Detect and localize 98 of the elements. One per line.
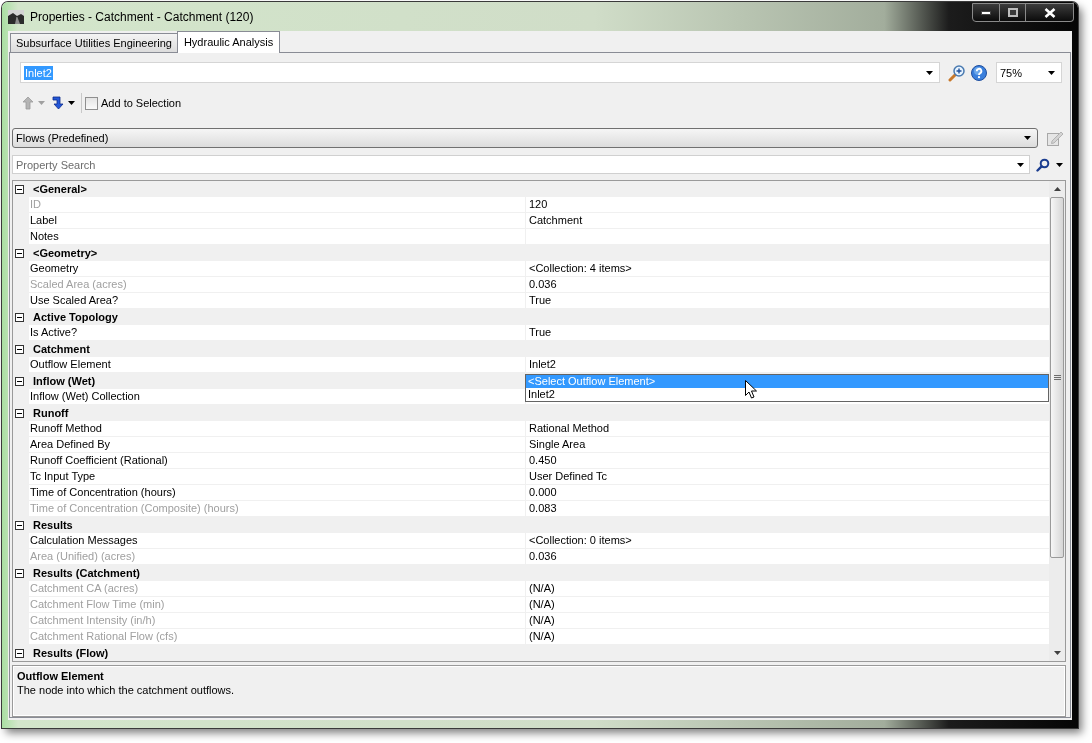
scroll-up-icon[interactable]	[1053, 187, 1061, 191]
category-label: <General>	[32, 183, 87, 195]
category-label: <Geometry>	[32, 247, 98, 259]
property-name: Label	[29, 213, 525, 229]
property-name: Outflow Element	[29, 357, 525, 373]
collapse-icon[interactable]	[15, 648, 24, 658]
category-label: Results (Flow)	[32, 647, 109, 659]
property-value[interactable]: 0.083	[525, 501, 1049, 517]
property-value[interactable]: 0.036	[525, 277, 1049, 293]
property-value[interactable]: 0.450	[525, 453, 1049, 469]
property-name: Area Defined By	[29, 437, 525, 453]
property-name: Tc Input Type	[29, 469, 525, 485]
property-name: Calculation Messages	[29, 533, 525, 549]
tab[interactable]: Subsurface Utilities Engineering	[10, 33, 178, 52]
scroll-thumb[interactable]	[1050, 197, 1064, 558]
property-value[interactable]: (N/A)	[525, 581, 1049, 597]
edit-icon	[1046, 129, 1064, 147]
property-name: Catchment CA (acres)	[29, 581, 525, 597]
property-value[interactable]: 0.000	[525, 485, 1049, 501]
category-label: Inflow (Wet)	[32, 375, 96, 387]
property-name: Runoff Method	[29, 421, 525, 437]
tab[interactable]: Hydraulic Analysis	[176, 31, 281, 53]
mouse-pointer-icon	[745, 380, 757, 399]
property-value[interactable]: 0.036	[525, 549, 1049, 565]
category-label: Runoff	[32, 407, 69, 419]
category-label: Catchment	[32, 343, 90, 355]
property-name: Time of Concentration (Composite) (hours)	[29, 501, 525, 517]
zoom-in-button[interactable]	[946, 62, 968, 83]
close-button[interactable]	[1026, 3, 1074, 22]
collapse-icon[interactable]	[15, 248, 24, 258]
scroll-down-icon[interactable]	[1053, 651, 1061, 655]
caret-icon	[1055, 162, 1063, 167]
landscape-icon	[8, 9, 24, 24]
caret-icon	[926, 70, 933, 75]
minimize-icon	[981, 10, 991, 15]
collapse-icon[interactable]	[15, 568, 24, 578]
property-value[interactable]: True	[525, 325, 1049, 341]
caret-icon	[1017, 163, 1024, 167]
help-icon	[971, 64, 987, 81]
caret-icon	[1024, 136, 1031, 140]
description-text: The node into which the catchment outflows.	[17, 683, 236, 697]
property-value[interactable]: (N/A)	[525, 597, 1049, 613]
property-name: Geometry	[29, 261, 525, 277]
scrollbar[interactable]	[1049, 181, 1065, 661]
property-value[interactable]: True	[525, 293, 1049, 309]
collapse-icon[interactable]	[15, 344, 24, 354]
checkbox[interactable]	[85, 96, 98, 110]
property-name: Use Scaled Area?	[29, 293, 525, 309]
property-value[interactable]: <Collection: 0 items>	[525, 533, 1049, 549]
property-name: Runoff Coefficient (Rational)	[29, 453, 525, 469]
property-value[interactable]: (N/A)	[525, 629, 1049, 645]
property-name: ID	[29, 197, 525, 213]
property-name: Catchment Intensity (in/h)	[29, 613, 525, 629]
property-name: Notes	[29, 229, 525, 245]
category-label: Results	[32, 519, 73, 531]
property-search-field[interactable]: Property Search	[12, 155, 1030, 174]
down-arrow-icon	[52, 96, 64, 110]
property-name: Catchment Rational Flow (cfs)	[29, 629, 525, 645]
collapse-icon[interactable]	[15, 184, 24, 194]
property-value[interactable]: <Collection: 4 items>	[525, 261, 1049, 277]
category-label: Results (Catchment)	[32, 567, 140, 579]
collapse-icon[interactable]	[15, 520, 24, 530]
collapse-icon[interactable]	[15, 376, 24, 386]
property-value[interactable]: User Defined Tc	[525, 469, 1049, 485]
grip-icon	[1053, 374, 1061, 381]
category-label: Active Topology	[32, 311, 118, 323]
property-value[interactable]: 120	[525, 197, 1049, 213]
property-value[interactable]: Catchment	[525, 213, 1049, 229]
selected-text: Inlet2	[24, 65, 53, 80]
close-icon	[1043, 7, 1056, 18]
maximize-icon	[1007, 8, 1018, 17]
property-name: Is Active?	[29, 325, 525, 341]
search-icon	[1035, 157, 1050, 172]
collapse-icon[interactable]	[15, 312, 24, 322]
zoom-in-icon	[948, 63, 966, 82]
maximize-button[interactable]	[1000, 3, 1026, 22]
help-button[interactable]	[968, 62, 990, 83]
zoom-combo[interactable]: 75%	[996, 62, 1062, 83]
dropdown-item[interactable]: Inlet2	[526, 388, 1048, 401]
property-name: Area (Unified) (acres)	[29, 549, 525, 565]
minimize-button[interactable]	[972, 3, 1000, 22]
window-title: Properties - Catchment - Catchment (120)	[30, 9, 254, 24]
property-name: Time of Concentration (hours)	[29, 485, 525, 501]
add-to-selection-label[interactable]: Add to Selection	[101, 97, 182, 109]
view-combo[interactable]: Flows (Predefined)	[12, 128, 1038, 148]
caret-icon	[38, 101, 45, 105]
collapse-icon[interactable]	[15, 408, 24, 418]
property-value[interactable]: (N/A)	[525, 613, 1049, 629]
property-value[interactable]: Inlet2	[525, 357, 1049, 373]
property-name: Inflow (Wet) Collection	[29, 389, 525, 405]
caret-icon	[1048, 70, 1055, 75]
property-value[interactable]: Rational Method	[525, 421, 1049, 437]
property-name: Catchment Flow Time (min)	[29, 597, 525, 613]
property-name: Scaled Area (acres)	[29, 277, 525, 293]
property-value[interactable]: Single Area	[525, 437, 1049, 453]
caret-icon	[68, 101, 75, 105]
description-title: Outflow Element	[17, 669, 105, 683]
up-arrow-icon	[22, 96, 34, 110]
